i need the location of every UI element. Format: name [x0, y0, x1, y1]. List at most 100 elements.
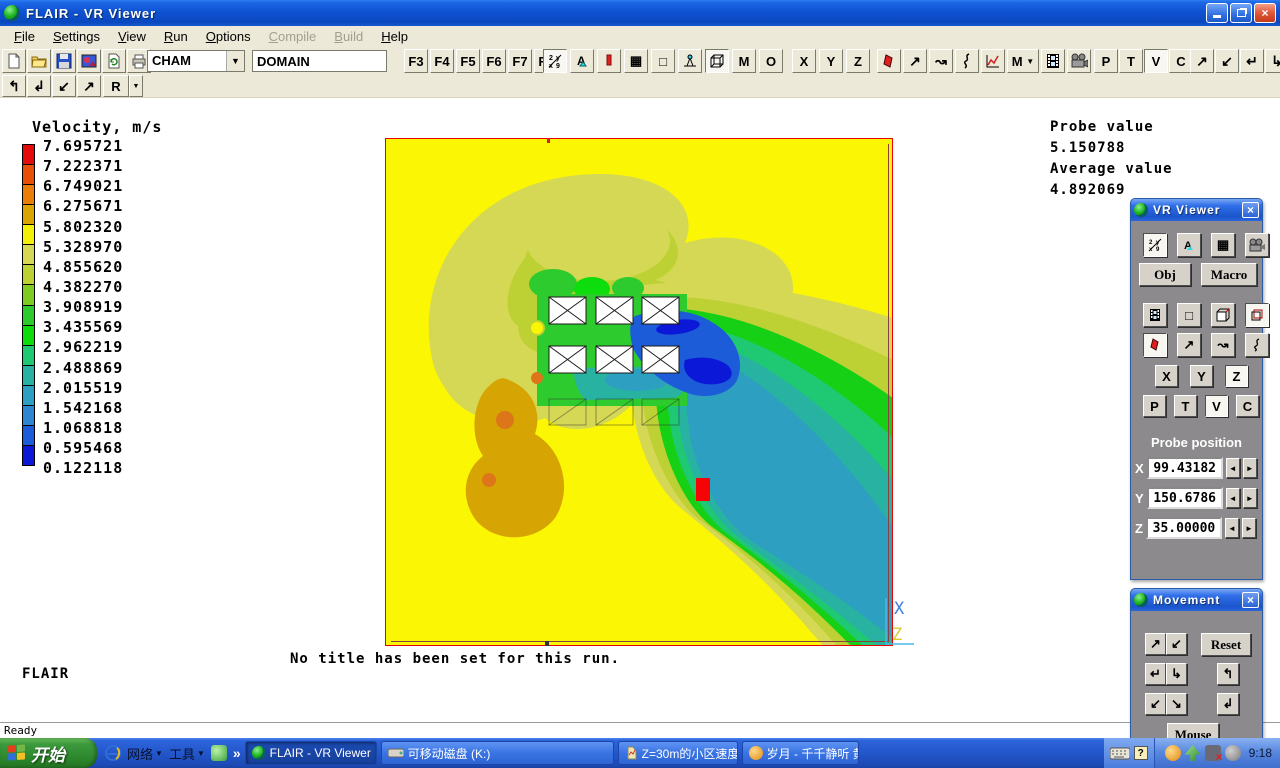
task-flair[interactable]: FLAIR - VR Viewer	[245, 741, 377, 765]
f6-button[interactable]: F6	[482, 49, 506, 73]
new-file-button[interactable]	[2, 49, 26, 73]
x-plane-button[interactable]: X	[792, 49, 816, 73]
vr-annotate-button[interactable]: A	[1177, 233, 1201, 257]
z-plane-button[interactable]: Z	[846, 49, 870, 73]
probe-y-increment[interactable]: ►	[1243, 488, 1257, 508]
vr-record-button[interactable]	[1245, 233, 1269, 257]
task-removable-disk[interactable]: 可移动磁盘 (K:)	[381, 741, 614, 765]
vr-velocity-button[interactable]: V	[1205, 395, 1228, 417]
mesh-m-button[interactable]: M	[732, 49, 756, 73]
start-button[interactable]: 开始	[0, 738, 97, 768]
vr-palette-close-button[interactable]: ×	[1242, 202, 1259, 218]
turn-right-button[interactable]: ↳	[1265, 49, 1280, 73]
movie-m-button[interactable]: M ▼	[1007, 49, 1039, 73]
movement-palette-titlebar[interactable]: Movement ×	[1131, 589, 1262, 611]
slice-button[interactable]	[877, 49, 901, 73]
rotate-ne-button[interactable]: ↗	[1190, 49, 1214, 73]
turn-right-button[interactable]: ↳	[1166, 663, 1187, 685]
vr-pressure-button[interactable]: P	[1143, 395, 1166, 417]
vr-vector-button[interactable]: ↗	[1177, 333, 1201, 357]
vr-mesh-button[interactable]: ▦	[1211, 233, 1235, 257]
colorbar-button[interactable]	[597, 49, 621, 73]
movement-palette-close-button[interactable]: ×	[1242, 592, 1259, 608]
probe-x-increment[interactable]: ►	[1243, 458, 1257, 478]
probe-z-input[interactable]	[1146, 517, 1222, 539]
vr-x-plane-button[interactable]: X	[1155, 365, 1178, 387]
vr-animation-button[interactable]	[1143, 303, 1167, 327]
language-bar[interactable]: ?	[1104, 738, 1154, 768]
y-plane-button[interactable]: Y	[819, 49, 843, 73]
quick-tools-menu[interactable]: 工具▼	[169, 744, 205, 763]
task-z30m-plot[interactable]: Z=30m的小区速度...	[618, 741, 738, 765]
record-button[interactable]	[1067, 49, 1091, 73]
turn-left-button[interactable]: ↵	[1240, 49, 1264, 73]
vr-values-toggle[interactable]: 2yx9	[1143, 233, 1167, 257]
reset-view-dropdown[interactable]: ▼	[129, 75, 143, 97]
move-ne-button[interactable]: ↗	[1145, 633, 1166, 655]
pressure-button[interactable]: P	[1094, 49, 1118, 73]
wireframe-button[interactable]	[705, 49, 729, 73]
image-export-button[interactable]	[77, 49, 101, 73]
menu-settings[interactable]: Settings	[45, 27, 108, 46]
combobox-dropdown-icon[interactable]: ▼	[226, 51, 244, 71]
menu-run[interactable]: Run	[156, 27, 196, 46]
safely-remove-icon[interactable]	[1185, 745, 1201, 761]
volume-icon[interactable]	[1225, 745, 1241, 761]
object-o-button[interactable]: O	[759, 49, 783, 73]
obj-button[interactable]: Obj	[1139, 263, 1191, 286]
menu-view[interactable]: View	[110, 27, 154, 46]
vr-z-plane-button[interactable]: Z	[1225, 365, 1248, 387]
quick-network-menu[interactable]: 网络▼	[127, 744, 163, 763]
probe-y-decrement[interactable]: ◄	[1226, 488, 1240, 508]
tilt-down-button[interactable]: ↲	[1217, 693, 1239, 715]
chevron-icon[interactable]: »	[233, 745, 241, 761]
network-offline-icon[interactable]: ×	[1205, 745, 1221, 761]
f5-button[interactable]: F5	[456, 49, 480, 73]
temperature-button[interactable]: T	[1119, 49, 1143, 73]
zoom-in-button[interactable]: ↘	[1166, 693, 1187, 715]
task-music-player[interactable]: 岁月 - 千千静听 黄...	[742, 741, 859, 765]
tilt-down-button[interactable]: ↲	[27, 75, 51, 97]
annotate-button[interactable]: A	[570, 49, 594, 73]
animation-button[interactable]	[1041, 49, 1065, 73]
vr-view-3d-button[interactable]	[1211, 303, 1235, 327]
probe-x-decrement[interactable]: ◄	[1226, 458, 1240, 478]
toggle-values-button[interactable]: 2yx9	[543, 49, 567, 73]
vr-wireframe-button[interactable]	[1245, 303, 1269, 327]
zoom-in-button[interactable]: ↗	[77, 75, 101, 97]
menu-options[interactable]: Options	[198, 27, 259, 46]
domain-input[interactable]	[252, 50, 387, 72]
probe-y-input[interactable]	[1147, 487, 1223, 509]
streamline-button[interactable]: ↝	[929, 49, 953, 73]
probe-x-input[interactable]	[1147, 457, 1223, 479]
vector-button[interactable]: ↗	[903, 49, 927, 73]
mesh-toggle-button[interactable]: ▦	[624, 49, 648, 73]
music-tray-icon[interactable]	[1165, 745, 1181, 761]
restore-button[interactable]	[1230, 3, 1252, 23]
move-sw-button[interactable]: ↙	[1166, 633, 1187, 655]
open-file-button[interactable]	[27, 49, 51, 73]
reset-button[interactable]: Reset	[1201, 633, 1251, 656]
vr-slice-button[interactable]	[1143, 333, 1167, 357]
ie-icon[interactable]	[105, 745, 121, 761]
velocity-button[interactable]: V	[1144, 49, 1168, 73]
window-titlebar[interactable]: FLAIR - VR Viewer ×	[0, 0, 1280, 26]
vr-palette-titlebar[interactable]: VR Viewer ×	[1131, 199, 1262, 221]
probe-z-decrement[interactable]: ◄	[1225, 518, 1239, 538]
f4-button[interactable]: F4	[430, 49, 454, 73]
menu-help[interactable]: Help	[373, 27, 416, 46]
zoom-out-button[interactable]: ↙	[52, 75, 76, 97]
save-button[interactable]	[52, 49, 76, 73]
probe-tool-button[interactable]	[678, 49, 702, 73]
minimize-button[interactable]	[1206, 3, 1228, 23]
tilt-up-button[interactable]: ↰	[2, 75, 26, 97]
contour-plot[interactable]	[385, 138, 893, 646]
player-icon[interactable]	[211, 745, 227, 761]
domain-outline-button[interactable]: □	[651, 49, 675, 73]
zoom-out-button[interactable]: ↙	[1145, 693, 1166, 715]
program-combobox[interactable]: CHAM ▼	[147, 50, 245, 72]
probe-z-increment[interactable]: ►	[1242, 518, 1256, 538]
vr-contour-button[interactable]: C	[1236, 395, 1259, 417]
vr-y-plane-button[interactable]: Y	[1190, 365, 1213, 387]
graph-button[interactable]	[981, 49, 1005, 73]
